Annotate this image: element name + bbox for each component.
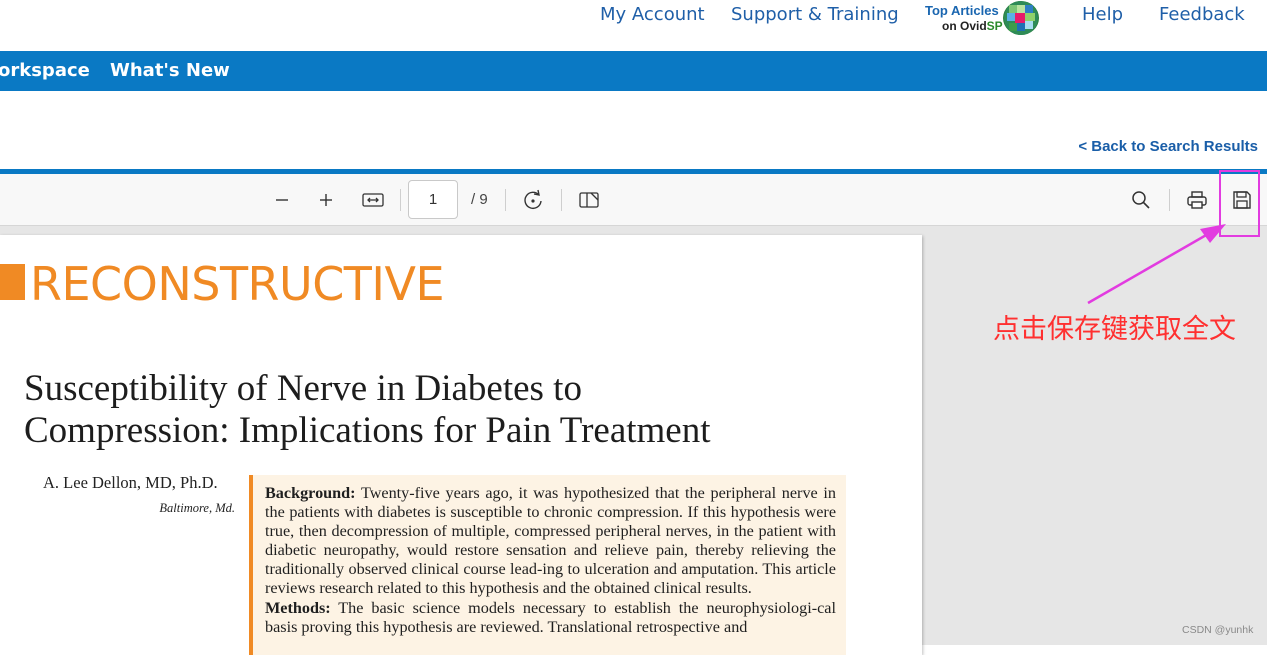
toolbar-divider [561,189,562,211]
help-link[interactable]: Help [1082,4,1123,25]
page-total: / 9 [471,191,488,208]
rotate-button[interactable] [519,186,547,214]
author-location: Baltimore, Md. [159,501,235,515]
minus-icon [276,199,288,201]
zoom-out-button[interactable] [268,186,296,214]
back-to-search-results-link[interactable]: < Back to Search Results [1078,138,1258,155]
promo-line1: Top Articles [925,3,999,18]
rotate-icon [524,189,542,210]
article-title: Susceptibility of Nerve in Diabetes to C… [24,368,711,451]
nav-item-workspace[interactable]: orkspace [0,60,90,81]
abstract-box: Background: Twenty-five years ago, it wa… [249,475,846,655]
save-button-highlight [1219,170,1260,237]
fit-width-button[interactable] [359,186,387,214]
section-title: RECONSTRUCTIVE [30,257,445,311]
print-icon [1187,191,1207,209]
my-account-link[interactable]: My Account [600,4,705,25]
fit-width-icon [362,193,384,207]
watermark: CSDN @yunhk [1182,624,1254,636]
toolbar-divider [400,189,401,211]
page-number-input[interactable]: 1 [408,180,458,219]
article-author: A. Lee Dellon, MD, Ph.D. [43,473,218,492]
pdf-toolbar: 1 / 9 [0,174,1267,226]
support-training-link[interactable]: Support & Training [731,4,899,25]
search-icon [1132,191,1150,209]
plus-icon [320,194,332,206]
toolbar-divider [1169,189,1170,211]
promo-line2: on OvidSP [942,19,1003,33]
nav-item-whats-new[interactable]: What's New [110,60,230,81]
toolbar-divider [505,189,506,211]
main-nav-bar: orkspace What's New [0,51,1267,91]
page-view-button[interactable] [575,186,603,214]
page-view-icon [579,192,599,208]
search-button[interactable] [1127,186,1155,214]
print-button[interactable] [1183,186,1211,214]
top-articles-promo[interactable]: Top Articles on OvidSP [923,1,1043,37]
feedback-link[interactable]: Feedback [1159,4,1245,25]
pdf-page: RECONSTRUCTIVE Susceptibility of Nerve i… [0,235,922,655]
annotation-text: 点击保存键获取全文 [993,314,1236,345]
abstract-text: Background: Twenty-five years ago, it wa… [265,484,836,636]
zoom-in-button[interactable] [312,186,340,214]
section-marker [0,264,25,300]
document-area[interactable]: RECONSTRUCTIVE Susceptibility of Nerve i… [0,226,1267,655]
ovid-globe-icon [1003,1,1039,35]
